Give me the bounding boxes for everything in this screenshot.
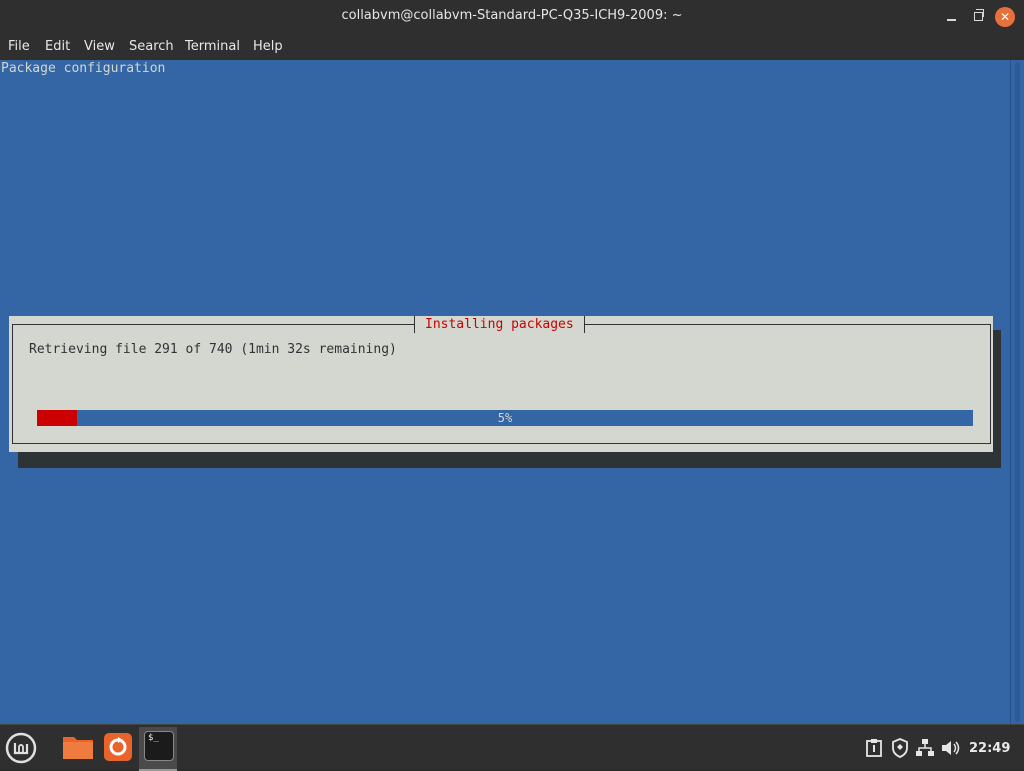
close-icon: ✕ — [999, 10, 1011, 24]
menu-view[interactable]: View — [84, 39, 115, 54]
maximize-button[interactable] — [969, 7, 989, 27]
menu-help[interactable]: Help — [253, 39, 283, 54]
package-configuration-header: Package configuration — [1, 61, 166, 76]
maximize-icon — [974, 9, 984, 21]
scrollbar-thumb[interactable] — [1015, 62, 1020, 722]
title-bar: collabvm@collabvm-Standard-PC-Q35-ICH9-2… — [0, 0, 1024, 33]
clipboard-icon[interactable] — [866, 739, 882, 761]
terminal-scrollbar[interactable] — [1010, 60, 1024, 724]
update-manager-icon[interactable] — [103, 733, 133, 765]
minimize-icon — [947, 19, 956, 21]
minimize-button[interactable] — [941, 7, 961, 27]
network-icon[interactable] — [916, 739, 934, 761]
dialog-message: Retrieving file 291 of 740 (1min 32s rem… — [29, 342, 397, 357]
installing-packages-dialog: Retrieving file 291 of 740 (1min 32s rem… — [9, 316, 993, 452]
progress-label: 5% — [497, 411, 513, 425]
terminal-taskbar-button[interactable]: $_ — [139, 727, 177, 771]
clock[interactable]: 22:49 — [969, 741, 1010, 756]
volume-icon[interactable] — [941, 739, 961, 761]
dialog-title: Installing packages — [414, 316, 585, 333]
files-icon[interactable] — [62, 733, 94, 765]
menu-edit[interactable]: Edit — [45, 39, 70, 54]
window-title: collabvm@collabvm-Standard-PC-Q35-ICH9-2… — [341, 8, 683, 23]
shield-icon[interactable] — [891, 738, 909, 762]
progress-bar: 5% — [37, 410, 973, 426]
menu-terminal[interactable]: Terminal — [185, 39, 240, 54]
terminal-glyph: $_ — [148, 733, 159, 743]
taskbar: $_ 22:49 — [0, 724, 1024, 771]
close-button[interactable]: ✕ — [995, 7, 1015, 27]
menu-search[interactable]: Search — [129, 39, 174, 54]
menu-bar: File Edit View Search Terminal Help — [0, 33, 1024, 60]
dialog-frame: Retrieving file 291 of 740 (1min 32s rem… — [12, 324, 991, 444]
terminal-icon: $_ — [144, 731, 174, 761]
menu-file[interactable]: File — [8, 39, 30, 54]
mint-menu-icon[interactable] — [5, 732, 37, 768]
